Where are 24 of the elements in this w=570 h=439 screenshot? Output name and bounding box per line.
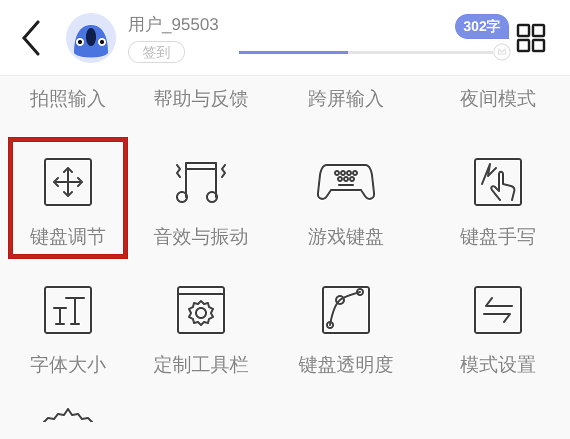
feature-item[interactable]: 键盘透明度 [286,264,406,386]
feature-item[interactable]: 定制工具栏 [141,264,261,386]
checkin-button[interactable]: 签到 [128,41,185,64]
word-count-badge: 302字 [455,14,509,39]
feature-item[interactable]: 游戏键盘 [286,136,406,258]
feature-label[interactable]: 拍照输入 [0,86,136,114]
toolbar-gear-icon [175,284,227,336]
switch-arrows-icon [472,284,524,336]
feature-item[interactable]: 键盘调节 [8,136,128,258]
move-arrows-icon [42,156,94,208]
username: 用户_95503 [128,14,219,36]
feature-item[interactable]: 音效与振动 [141,136,261,258]
feature-item[interactable]: 键盘手写 [438,136,558,258]
back-icon[interactable] [20,20,42,56]
feature-label[interactable]: 跨屏输入 [266,86,426,114]
curve-icon [320,284,372,336]
feature-item[interactable]: 字体大小 [8,264,128,386]
avatar-bird-icon [66,12,116,62]
font-size-icon [42,284,94,336]
hand-writing-icon [472,156,524,208]
grid-menu-icon[interactable] [516,22,546,52]
feature-item[interactable]: 模式设置 [438,264,558,386]
feature-label[interactable]: 夜间模式 [426,86,570,114]
feature-label[interactable]: 帮助与反馈 [136,86,266,114]
